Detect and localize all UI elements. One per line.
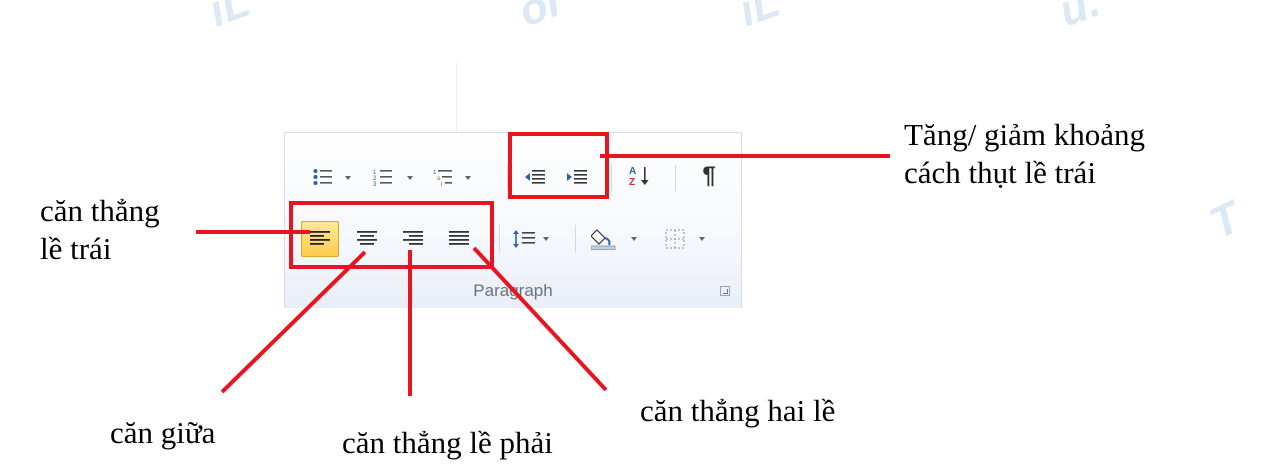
align-center-annotation: căn giữa bbox=[110, 415, 216, 450]
justify-pointer-line bbox=[472, 246, 608, 392]
align-center-pointer-line bbox=[220, 250, 367, 394]
justify-annotation: căn thẳng hai lề bbox=[640, 393, 836, 428]
align-right-annotation: căn thẳng lề phải bbox=[342, 425, 553, 460]
annotation-lines bbox=[196, 154, 890, 396]
align-left-annotation: căn thẳng lề trái bbox=[40, 193, 160, 266]
indent-annotation: Tăng/ giảm khoảng cách thụt lề trái bbox=[904, 117, 1146, 190]
